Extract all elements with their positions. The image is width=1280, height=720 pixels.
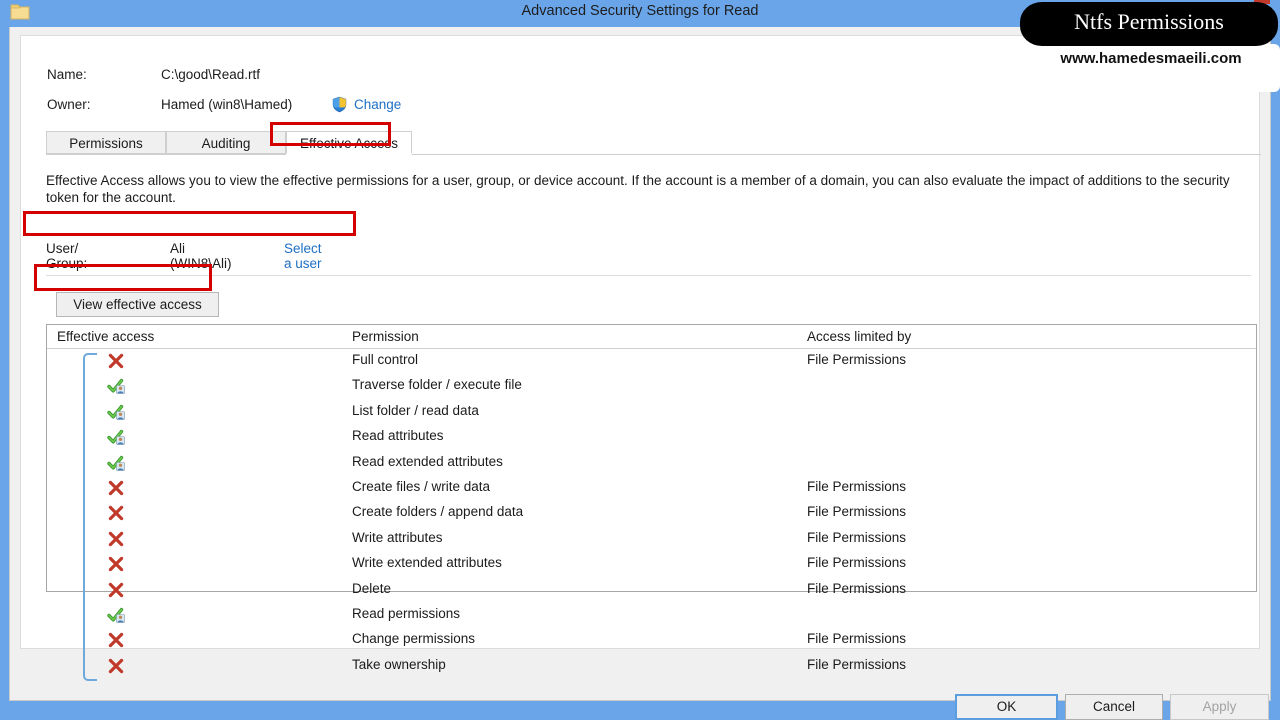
table-row[interactable]: Write extended attributes File Permission…	[47, 552, 1256, 577]
table-row[interactable]: Delete File Permissions	[47, 578, 1256, 603]
cancel-button[interactable]: Cancel	[1065, 694, 1163, 720]
green-check-user-icon	[107, 403, 125, 421]
row-access-limited-by: File Permissions	[807, 352, 907, 367]
red-x-icon	[107, 504, 125, 522]
section-divider	[46, 275, 1251, 276]
row-permission-label: Write attributes	[352, 529, 443, 545]
name-value: C:\good\Read.rtf	[161, 67, 261, 82]
red-x-icon	[107, 530, 125, 548]
table-row[interactable]: Read attributes	[47, 425, 1256, 450]
column-header-access-limited-by: Access limited by	[807, 329, 912, 344]
row-permission-label: Full control	[352, 352, 419, 367]
tab-permissions[interactable]: Permissions	[46, 131, 166, 154]
row-access-limited-by: File Permissions	[807, 504, 907, 520]
column-header-effective-access: Effective access	[57, 329, 155, 344]
uac-shield-icon	[331, 96, 348, 113]
row-access-limited-by: File Permissions	[807, 529, 907, 545]
table-row[interactable]: Traverse folder / execute file	[47, 374, 1256, 399]
column-header-permission: Permission	[352, 329, 419, 344]
tab-effective-access[interactable]: Effective Access	[286, 131, 412, 154]
table-row[interactable]: Create folders / append data File Permiss…	[47, 501, 1256, 526]
name-label: Name:	[47, 67, 87, 82]
green-check-user-icon	[107, 428, 125, 446]
change-owner-link[interactable]: Change	[354, 97, 401, 112]
table-row[interactable]: Take ownership File Permissions	[47, 654, 1256, 679]
view-effective-access-button[interactable]: View effective access	[56, 292, 219, 317]
table-body: Full control File Permissions Traverse fol…	[47, 349, 1256, 682]
apply-button: Apply	[1170, 694, 1269, 720]
watermark-title: Ntfs Permissions	[1074, 9, 1224, 34]
row-access-limited-by: File Permissions	[807, 555, 907, 571]
table-row[interactable]: List folder / read data	[47, 400, 1256, 425]
row-permission-label: Delete	[352, 580, 392, 596]
green-check-user-icon	[107, 454, 125, 472]
dialog-client-area: Name: C:\good\Read.rtf Owner: Hamed (win…	[9, 27, 1271, 720]
table-row[interactable]: Change permissions File Permissions	[47, 628, 1256, 653]
tab-strip: Permissions Auditing Effective Access	[46, 131, 1261, 155]
row-access-limited-by: File Permissions	[807, 479, 907, 494]
content-panel: Name: C:\good\Read.rtf Owner: Hamed (win…	[20, 35, 1261, 682]
red-x-icon	[107, 352, 125, 370]
tab-strip-divider	[46, 154, 1261, 155]
user-group-label: User/ Group:	[46, 241, 88, 271]
row-permission-label: Change permissions	[352, 631, 476, 647]
table-header-row: Effective access Permission Access limit…	[47, 325, 1256, 349]
red-x-icon	[107, 657, 125, 675]
green-check-user-icon	[107, 606, 125, 624]
row-permission-label: Read extended attributes	[352, 453, 503, 469]
row-permission-label: Write extended attributes	[352, 555, 502, 571]
effective-access-description: Effective Access allows you to view the …	[46, 173, 1230, 205]
red-x-icon	[107, 631, 125, 649]
owner-label: Owner:	[47, 97, 91, 112]
watermark: Ntfs Permissions www.hamedesmaeili.com	[1018, 0, 1280, 102]
table-row[interactable]: Write attributes File Permissions	[47, 527, 1256, 552]
row-permission-label: Read attributes	[352, 428, 444, 444]
row-permission-label: List folder / read data	[352, 402, 479, 418]
red-x-icon	[107, 581, 125, 599]
owner-value: Hamed (win8\Hamed)	[161, 97, 293, 112]
red-x-icon	[107, 479, 125, 497]
row-access-limited-by: File Permissions	[807, 580, 907, 596]
table-row[interactable]: Create files / write data File Permission…	[47, 476, 1256, 501]
select-a-user-link[interactable]: Select a user	[284, 241, 322, 271]
user-group-value: Ali (WIN8\Ali)	[170, 241, 232, 271]
advanced-security-settings-window: Advanced Security Settings for Read Name…	[0, 0, 1280, 720]
table-row[interactable]: Read permissions	[47, 603, 1256, 628]
row-access-limited-by: File Permissions	[807, 656, 907, 672]
tab-auditing[interactable]: Auditing	[166, 131, 286, 154]
watermark-url: www.hamedesmaeili.com	[1060, 50, 1242, 67]
row-access-limited-by: File Permissions	[807, 631, 907, 647]
table-row[interactable]: Read extended attributes	[47, 451, 1256, 476]
row-permission-label: Take ownership	[352, 656, 446, 672]
row-permission-label: Read permissions	[352, 606, 461, 621]
row-permission-label: Create files / write data	[352, 479, 491, 494]
row-permission-label: Create folders / append data	[352, 504, 524, 520]
row-permission-label: Traverse folder / execute file	[352, 377, 522, 393]
green-check-user-icon	[107, 377, 125, 395]
red-x-icon	[107, 555, 125, 573]
effective-access-table: Effective access Permission Access limit…	[46, 324, 1257, 682]
ok-button[interactable]: OK	[955, 694, 1058, 720]
tab-selected-join	[286, 154, 412, 155]
table-row[interactable]: Full control File Permissions	[47, 349, 1256, 374]
